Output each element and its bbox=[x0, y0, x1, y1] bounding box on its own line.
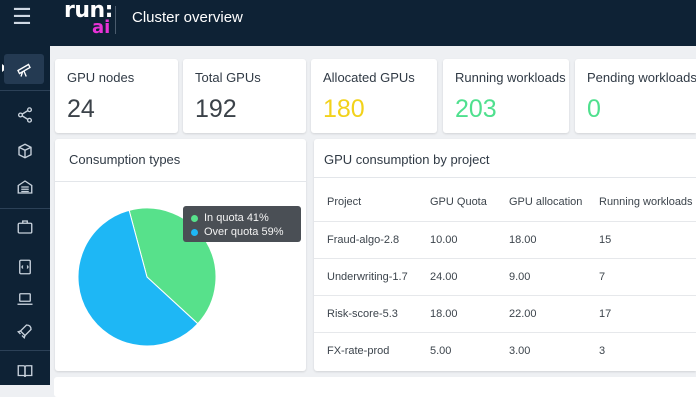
stat-label: GPU nodes bbox=[67, 70, 135, 85]
cell-running-workloads: 7 bbox=[599, 271, 606, 283]
cell-project: Risk-score-5.3 bbox=[327, 308, 398, 320]
stat-label: Running workloads bbox=[455, 70, 566, 85]
table-row[interactable]: FX-rate-prod 5.00 3.00 3 bbox=[314, 332, 696, 369]
nodes-share-icon bbox=[17, 107, 33, 123]
stat-value: 180 bbox=[323, 95, 365, 123]
table-header: Project GPU Quota GPU allocation Running… bbox=[314, 185, 696, 219]
runai-logo[interactable]: run: ai bbox=[62, 0, 114, 43]
stat-label: Total GPUs bbox=[195, 70, 261, 85]
table-row[interactable]: Fraud-algo-2.8 10.00 18.00 15 bbox=[314, 221, 696, 258]
consumption-pie-chart bbox=[77, 207, 217, 347]
page-title: Cluster overview bbox=[132, 9, 243, 26]
cell-gpu-allocation: 9.00 bbox=[509, 271, 531, 283]
rocket-icon bbox=[17, 324, 32, 339]
stat-label: Pending workloads bbox=[587, 70, 696, 85]
nav-divider bbox=[0, 208, 50, 209]
tooltip-row: Over quota 59% bbox=[191, 226, 284, 238]
stat-label: Allocated GPUs bbox=[323, 70, 415, 85]
nav-divider bbox=[0, 350, 50, 351]
nav-docs[interactable] bbox=[0, 356, 50, 386]
nav-templates[interactable] bbox=[0, 252, 50, 282]
stat-value: 24 bbox=[67, 95, 95, 123]
book-icon bbox=[17, 365, 33, 378]
stat-value: 0 bbox=[587, 95, 601, 123]
stat-card-total-gpus: Total GPUs 192 bbox=[183, 59, 306, 133]
cell-gpu-allocation: 3.00 bbox=[509, 345, 531, 357]
sidebar-nav bbox=[0, 46, 50, 385]
panel-divider bbox=[314, 177, 696, 178]
cell-running-workloads: 15 bbox=[599, 234, 612, 246]
stat-value: 192 bbox=[195, 95, 237, 123]
cell-gpu-quota: 5.00 bbox=[430, 345, 452, 357]
nav-projects[interactable] bbox=[0, 100, 50, 130]
cell-gpu-quota: 18.00 bbox=[430, 308, 458, 320]
column-header-gpu-allocation[interactable]: GPU allocation bbox=[509, 185, 582, 219]
cell-running-workloads: 3 bbox=[599, 345, 606, 357]
next-section-card bbox=[54, 377, 696, 397]
nav-departments[interactable] bbox=[0, 212, 50, 242]
nav-deployments[interactable] bbox=[0, 316, 50, 346]
column-header-project[interactable]: Project bbox=[327, 185, 361, 219]
cell-gpu-quota: 24.00 bbox=[430, 271, 458, 283]
cell-gpu-allocation: 22.00 bbox=[509, 308, 537, 320]
gpu-consumption-card: GPU consumption by project Project GPU Q… bbox=[314, 139, 696, 371]
briefcase-icon bbox=[17, 220, 33, 234]
stat-card-running-workloads: Running workloads 203 bbox=[443, 59, 569, 133]
chart-tooltip: In quota 41% Over quota 59% bbox=[183, 206, 301, 242]
in-quota-legend-dot bbox=[191, 214, 198, 222]
stat-card-gpu-nodes: GPU nodes 24 bbox=[55, 59, 178, 133]
cell-running-workloads: 17 bbox=[599, 308, 612, 320]
logo-divider bbox=[115, 6, 116, 34]
cell-gpu-quota: 10.00 bbox=[430, 234, 458, 246]
cell-project: Underwriting-1.7 bbox=[327, 271, 408, 283]
laptop-icon bbox=[17, 293, 33, 305]
top-bar: ☰ run: ai Cluster overview bbox=[0, 0, 696, 46]
stat-card-pending-workloads: Pending workloads 0 bbox=[575, 59, 696, 133]
tooltip-row: In quota 41% bbox=[191, 212, 269, 224]
cell-gpu-allocation: 18.00 bbox=[509, 234, 537, 246]
column-header-gpu-quota[interactable]: GPU Quota bbox=[430, 185, 487, 219]
consumption-types-card: Consumption types In quota 41% Over quot… bbox=[55, 139, 306, 371]
nav-environments[interactable] bbox=[0, 284, 50, 314]
column-header-running-workloads[interactable]: Running workloads bbox=[599, 185, 693, 219]
stat-value: 203 bbox=[455, 95, 497, 123]
tooltip-over-quota: Over quota 59% bbox=[204, 226, 284, 238]
hamburger-menu-icon[interactable]: ☰ bbox=[10, 6, 34, 28]
cell-project: Fraud-algo-2.8 bbox=[327, 234, 400, 246]
nav-nodes[interactable] bbox=[0, 172, 50, 202]
nav-divider bbox=[0, 90, 50, 91]
table-row[interactable]: Risk-score-5.3 18.00 22.00 17 bbox=[314, 295, 696, 332]
telescope-icon bbox=[17, 63, 31, 77]
stat-card-allocated-gpus: Allocated GPUs 180 bbox=[311, 59, 437, 133]
nav-workloads[interactable] bbox=[0, 136, 50, 166]
nav-overview[interactable] bbox=[4, 54, 44, 84]
panel-title: GPU consumption by project bbox=[324, 152, 490, 167]
logo-ai-text: ai bbox=[92, 17, 111, 38]
cell-project: FX-rate-prod bbox=[327, 345, 390, 357]
cube-icon bbox=[18, 143, 32, 159]
tooltip-in-quota: In quota 41% bbox=[204, 212, 269, 224]
notebook-icon bbox=[19, 259, 31, 275]
over-quota-legend-dot bbox=[191, 228, 198, 236]
datacenter-icon bbox=[17, 180, 33, 194]
table-row[interactable]: Underwriting-1.7 24.00 9.00 7 bbox=[314, 258, 696, 295]
